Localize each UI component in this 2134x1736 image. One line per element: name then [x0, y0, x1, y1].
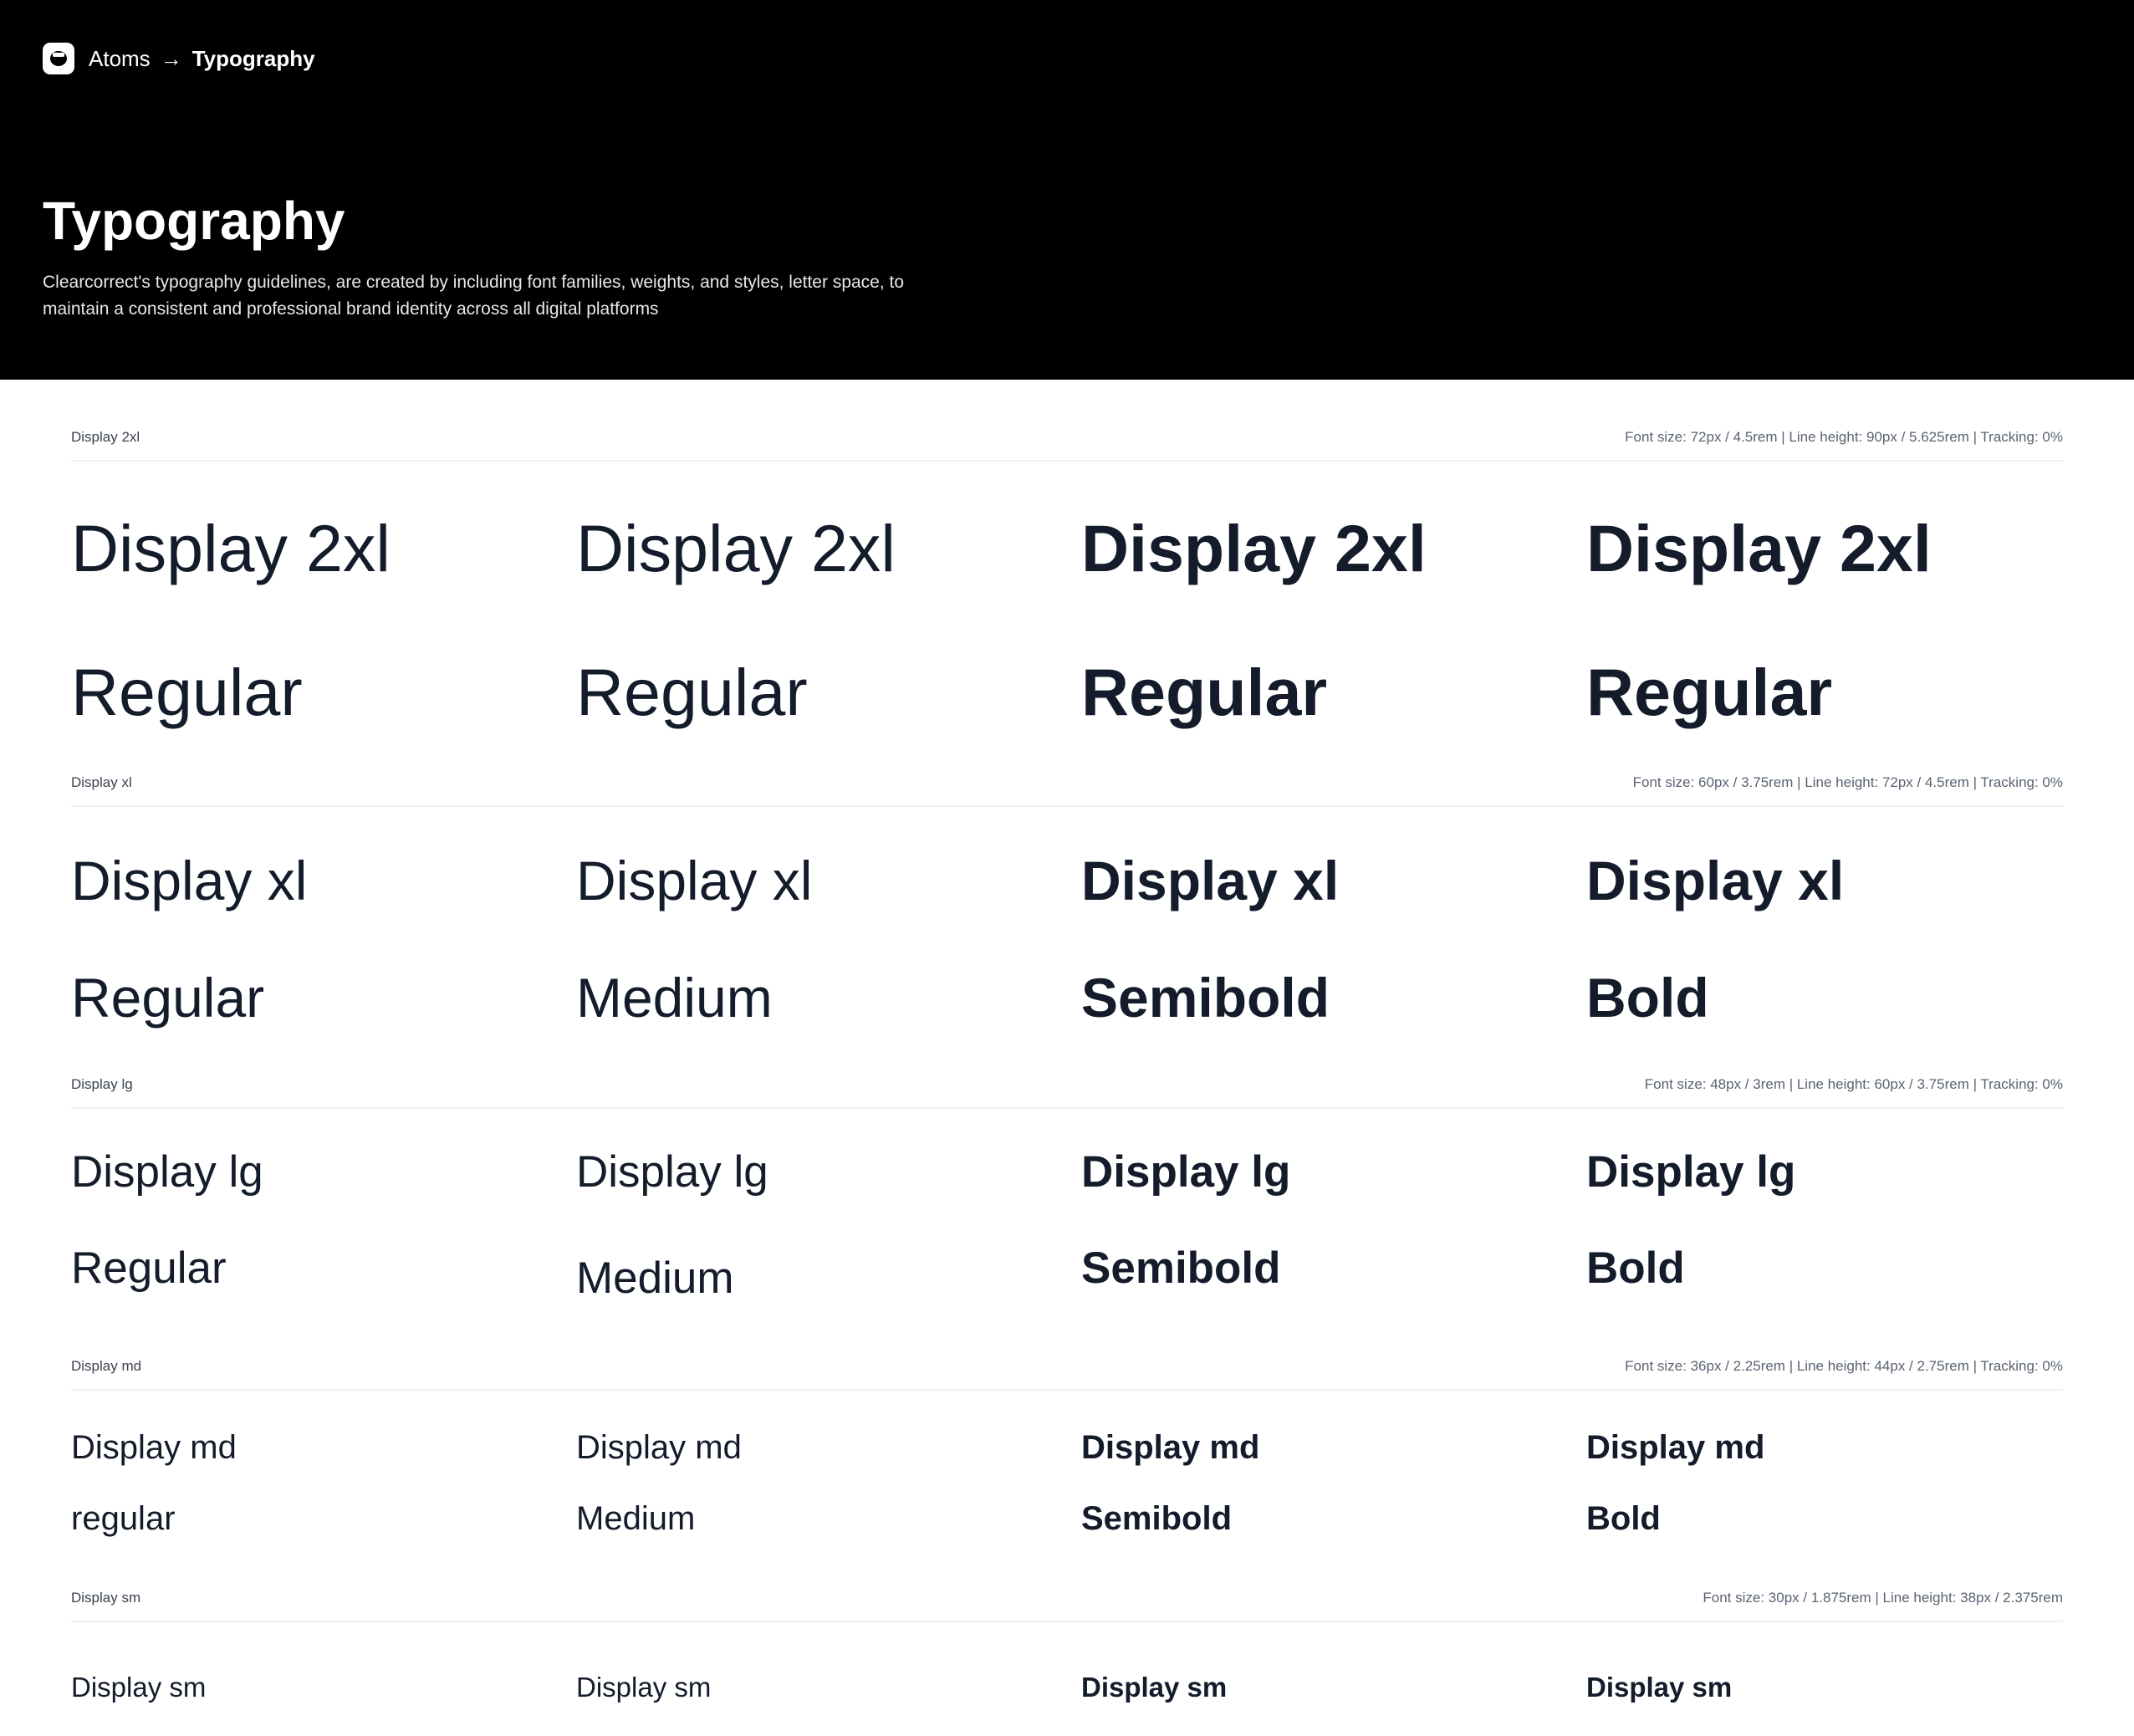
section-name: Display sm — [71, 1590, 141, 1606]
sample-semibold: Display xl — [1081, 850, 1340, 911]
weight-label: Regular — [1081, 655, 1328, 729]
sample-regular: Display lg — [71, 1147, 263, 1197]
section-header: Display md Font size: 36px / 2.25rem | L… — [71, 1356, 2063, 1391]
arrow-right-icon: → — [160, 45, 182, 71]
sample-medium: Display md — [576, 1429, 742, 1466]
weight-label: Bold — [1586, 1243, 1685, 1293]
section-spec: Font size: 60px / 3.75rem | Line height:… — [1632, 774, 2063, 790]
section-name: Display md — [71, 1358, 142, 1374]
page-title: Typography — [43, 191, 345, 251]
sample-regular: Display md — [71, 1429, 237, 1466]
weight-label: Medium — [576, 967, 773, 1029]
sample-medium: Display lg — [576, 1147, 768, 1197]
sample-regular: Display 2xl — [71, 511, 391, 585]
sample-semibold: Display sm — [1081, 1672, 1228, 1703]
breadcrumb-current: Typography — [191, 45, 315, 71]
section-display-2xl: Display 2xl Font size: 72px / 4.5rem | L… — [71, 426, 2063, 729]
sample-semibold: Display md — [1081, 1429, 1260, 1466]
weight-label: Regular — [1586, 655, 1833, 729]
sample-regular: Display sm — [71, 1672, 207, 1703]
page-description: Clearcorrect's typography guidelines, ar… — [43, 273, 905, 319]
weight-label: regular — [71, 1500, 176, 1537]
sample-medium: Display 2xl — [576, 511, 896, 585]
section-display-lg: Display lg Font size: 48px / 3rem | Line… — [71, 1074, 2063, 1303]
sample-semibold: Display 2xl — [1081, 511, 1427, 585]
breadcrumb-atoms-link[interactable]: Atoms — [89, 46, 151, 72]
weight-label: Bold — [1586, 967, 1709, 1029]
sample-bold: Display 2xl — [1586, 511, 1932, 585]
weight-label: Semibold — [1081, 967, 1330, 1029]
section-name: Display xl — [71, 774, 132, 790]
section-header: Display xl Font size: 60px / 3.75rem | L… — [71, 772, 2063, 807]
sample-medium: Display xl — [576, 850, 813, 911]
sample-bold: Display lg — [1586, 1147, 1796, 1197]
section-header: Display 2xl Font size: 72px / 4.5rem | L… — [71, 426, 2063, 462]
brand-logo-icon[interactable] — [43, 43, 74, 74]
sample-semibold: Display lg — [1081, 1147, 1291, 1197]
weight-label: Semibold — [1081, 1500, 1233, 1537]
breadcrumb: Atoms → Typography — [43, 42, 315, 75]
section-name: Display lg — [71, 1076, 133, 1092]
section-header: Display sm Font size: 30px / 1.875rem | … — [71, 1587, 2063, 1622]
section-spec: Font size: 48px / 3rem | Line height: 60… — [1644, 1076, 2063, 1092]
section-display-xl: Display xl Font size: 60px / 3.75rem | L… — [71, 772, 2063, 1028]
page-header: Atoms → Typography Typography Clearcorre… — [0, 0, 2134, 380]
sample-medium: Display sm — [576, 1672, 712, 1703]
section-spec: Font size: 36px / 2.25rem | Line height:… — [1625, 1358, 2063, 1374]
weight-label: Medium — [576, 1253, 734, 1303]
weight-label: Regular — [71, 967, 265, 1029]
section-spec: Font size: 72px / 4.5rem | Line height: … — [1625, 429, 2063, 445]
sample-bold: Display md — [1586, 1429, 1765, 1466]
section-display-md: Display md Font size: 36px / 2.25rem | L… — [71, 1356, 2063, 1537]
weight-label: Regular — [71, 1243, 227, 1293]
weight-label: Regular — [576, 655, 808, 729]
sample-bold: Display sm — [1586, 1672, 1733, 1703]
sample-regular: Display xl — [71, 850, 308, 911]
sample-bold: Display xl — [1586, 850, 1845, 911]
weight-label: Semibold — [1081, 1243, 1281, 1293]
section-display-sm: Display sm Font size: 30px / 1.875rem | … — [71, 1587, 2063, 1703]
weight-label: Regular — [71, 655, 303, 729]
weight-label: Medium — [576, 1500, 696, 1537]
weight-label: Bold — [1586, 1500, 1661, 1537]
section-name: Display 2xl — [71, 429, 140, 445]
section-spec: Font size: 30px / 1.875rem | Line height… — [1703, 1590, 2063, 1606]
section-header: Display lg Font size: 48px / 3rem | Line… — [71, 1074, 2063, 1109]
